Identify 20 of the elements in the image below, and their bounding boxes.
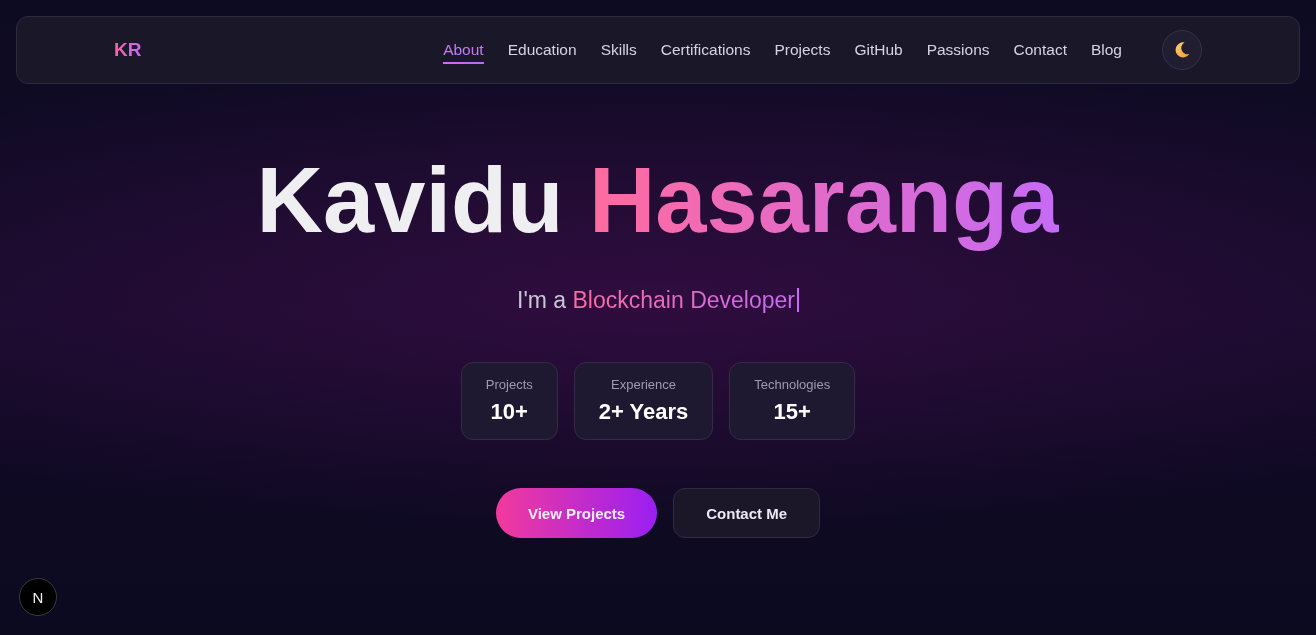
view-projects-button[interactable]: View Projects [495, 488, 658, 538]
dev-tools-button[interactable]: N [19, 578, 57, 616]
nav-link[interactable]: Projects [774, 36, 831, 64]
nav-link[interactable]: GitHub [854, 36, 903, 64]
moon-icon [1174, 42, 1190, 58]
stat-label: Technologies [754, 376, 831, 394]
stat-value: 10+ [490, 398, 528, 426]
contact-button[interactable]: Contact Me [673, 488, 821, 538]
stat-label: Experience [611, 376, 677, 394]
typing-cursor [797, 288, 799, 312]
stat-value: 2+ Years [598, 398, 689, 426]
theme-toggle-button[interactable] [1162, 30, 1202, 70]
nav-link[interactable]: Education [507, 36, 577, 64]
stat-value: 15+ [773, 398, 811, 426]
stat-label: Projects [485, 376, 533, 394]
nav-link[interactable]: Passions [926, 36, 990, 64]
nav-link[interactable]: Contact [1013, 36, 1067, 64]
nav-link[interactable]: Certifications [660, 36, 751, 64]
nav-link[interactable]: Skills [600, 36, 637, 64]
nav-link[interactable]: Blog [1090, 36, 1122, 64]
